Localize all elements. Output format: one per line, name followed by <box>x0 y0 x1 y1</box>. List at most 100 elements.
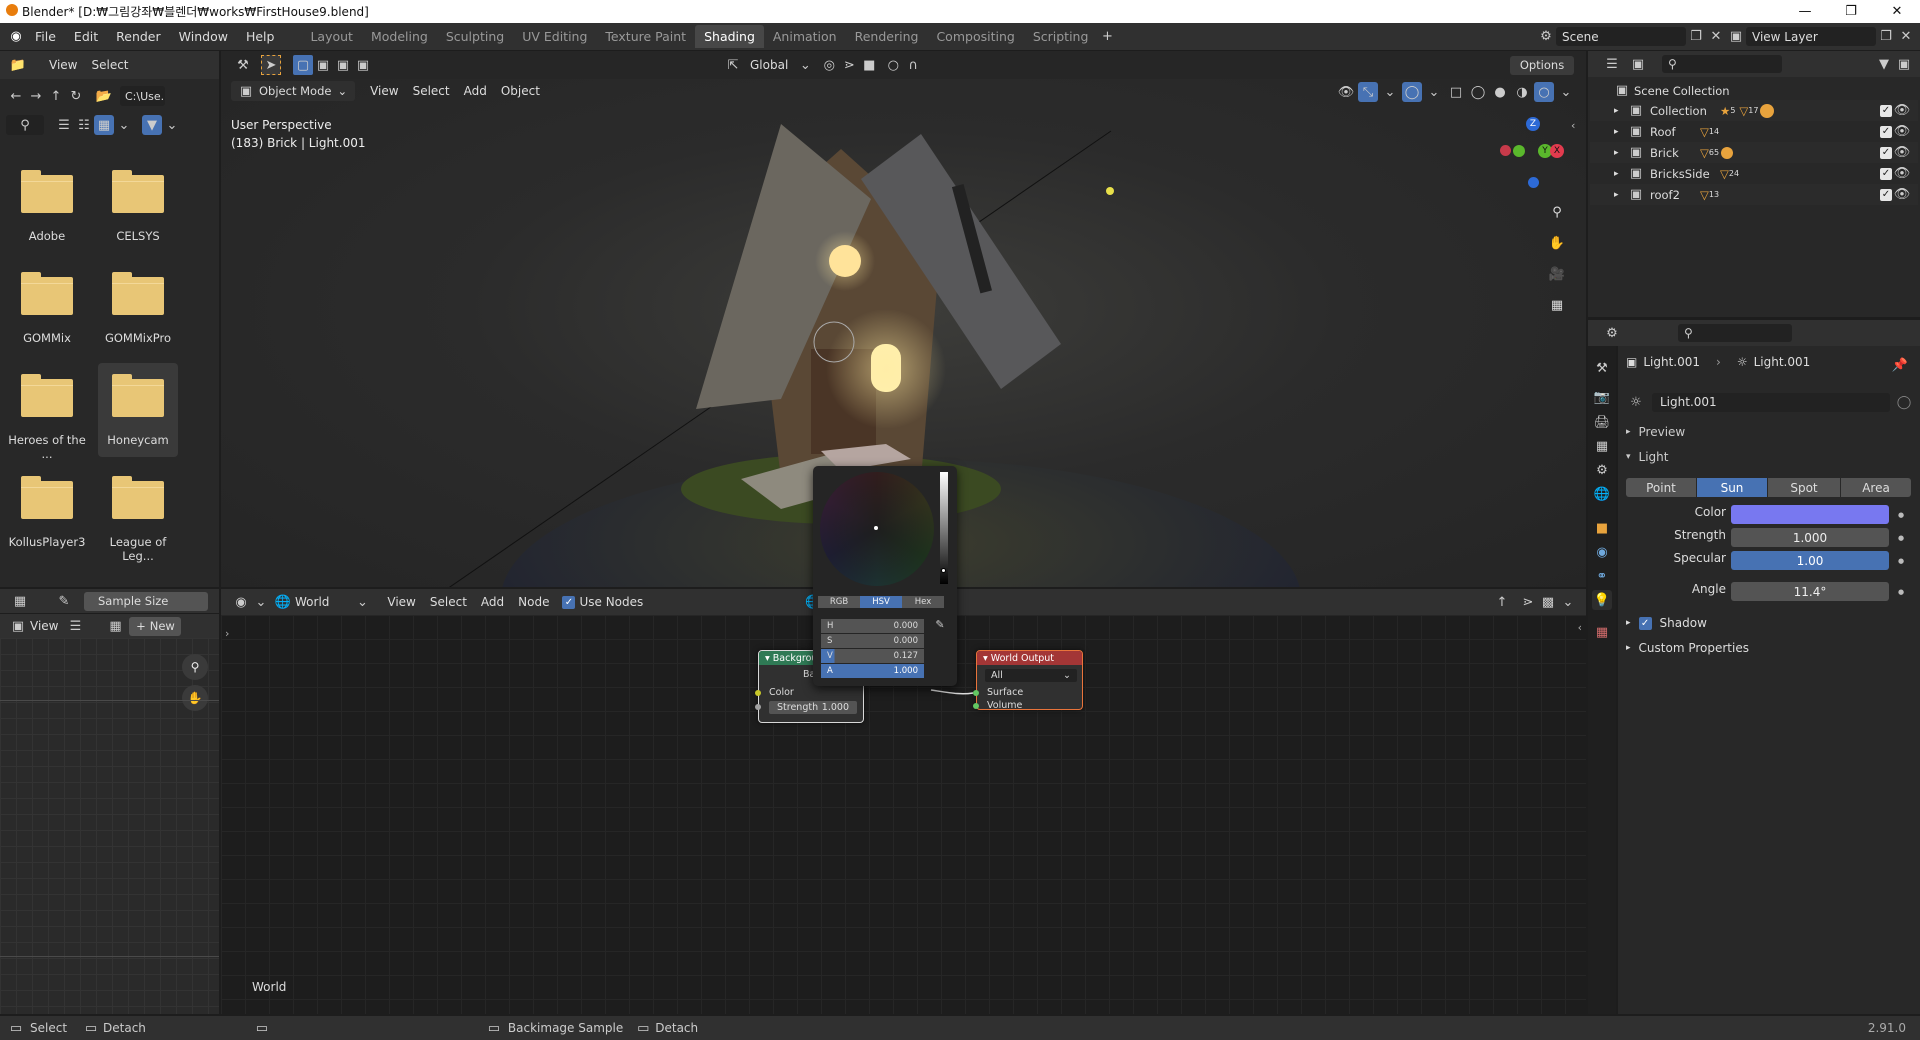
expand-icon[interactable]: ▸ <box>1614 127 1628 137</box>
image-canvas[interactable]: ⚲ ✋ <box>0 638 219 1014</box>
folder-gommix[interactable]: GOMMix <box>7 272 87 345</box>
navigation-gizmo[interactable]: Z Y X <box>1496 115 1566 195</box>
blender-menu-icon[interactable]: ◉ <box>6 27 26 47</box>
outliner-search[interactable]: ⚲ <box>1662 55 1782 73</box>
eye-icon[interactable]: 👁 <box>1892 185 1912 205</box>
restore-icon[interactable]: ❐ <box>1828 0 1874 23</box>
tab-texture-paint[interactable]: Texture Paint <box>596 25 695 48</box>
light-type-sun[interactable]: Sun <box>1697 478 1767 497</box>
visibility-icon[interactable]: 👁 <box>1336 82 1356 102</box>
filter-dropdown-icon[interactable]: ⌄ <box>162 115 182 135</box>
menu-render[interactable]: Render <box>107 29 170 44</box>
object-tab-icon[interactable]: ■ <box>1592 518 1612 538</box>
new-folder-icon[interactable]: 📂 <box>94 86 114 106</box>
tab-layout[interactable]: Layout <box>301 25 362 48</box>
expand-icon[interactable]: ▸ <box>1614 148 1628 158</box>
tab-rendering[interactable]: Rendering <box>846 25 928 48</box>
gizmo-neg-z-icon[interactable] <box>1528 177 1539 188</box>
xray-icon[interactable]: □ <box>1446 82 1466 102</box>
use-nodes-toggle[interactable]: ✓ Use Nodes <box>562 595 643 609</box>
image-browse-icon[interactable]: ▦ <box>105 616 125 636</box>
panel-preview[interactable]: ▸ Preview <box>1626 425 1685 439</box>
keyframe-dot-icon[interactable]: ● <box>1898 557 1904 565</box>
pin-icon[interactable]: 📌 <box>1890 355 1910 375</box>
outliner-item-roof2[interactable]: ▸ ▣ roof2 ▽ 13 ✓ 👁 <box>1590 184 1918 205</box>
eye-icon[interactable]: 👁 <box>1892 164 1912 184</box>
angle-field[interactable]: 11.4° <box>1731 582 1889 601</box>
light-type-point[interactable]: Point <box>1626 478 1696 497</box>
editor-type-icon[interactable]: ◉ <box>231 592 251 612</box>
gizmo-toggle-icon[interactable]: ⤡ <box>1358 82 1378 102</box>
ne-menu-add[interactable]: Add <box>474 595 511 609</box>
editor-type-icon[interactable]: ⚙ <box>1602 323 1622 343</box>
eye-icon[interactable]: 👁 <box>1892 143 1912 163</box>
tool-settings-icon[interactable]: ⚒ <box>233 55 253 75</box>
folder-kollusplayer3[interactable]: KollusPlayer3 <box>7 476 87 549</box>
outliner-item-bricksside[interactable]: ▸ ▣ BricksSide ▽ 24 ✓ 👁 <box>1590 163 1918 184</box>
scene-tab-icon[interactable]: ⚙ <box>1592 460 1612 480</box>
shader-type-chevron-icon[interactable]: ⌄ <box>352 592 372 612</box>
outliner-item-brick[interactable]: ▸ ▣ Brick ▽ 65 ✓ 👁 <box>1590 142 1918 163</box>
properties-search[interactable]: ⚲ <box>1678 324 1792 342</box>
scene-icon[interactable]: ⚙ <box>1536 27 1556 47</box>
pivot-icon[interactable]: ◎ <box>819 55 839 75</box>
orientation-dropdown[interactable]: Global <box>743 58 795 72</box>
filter-icon[interactable]: ▼ <box>142 115 162 135</box>
specular-field[interactable]: 1.00 <box>1731 551 1889 570</box>
outliner-item-roof[interactable]: ▸ ▣ Roof ▽ 14 ✓ 👁 <box>1590 121 1918 142</box>
gizmo-z-icon[interactable]: Z <box>1526 117 1540 131</box>
pan-hand-icon[interactable]: ✋ <box>182 685 208 711</box>
list-view-icon[interactable]: ☰ <box>54 115 74 135</box>
hue-field[interactable]: H 0.000 <box>821 619 924 633</box>
light-icon[interactable]: ☼ <box>1626 392 1646 412</box>
snap-icon[interactable]: ⋗ <box>839 55 859 75</box>
vp-menu-view[interactable]: View <box>363 84 405 98</box>
alpha-field[interactable]: A 1.000 <box>821 664 924 678</box>
back-icon[interactable]: ← <box>6 86 26 106</box>
tab-scripting[interactable]: Scripting <box>1024 25 1098 48</box>
solid-shading-icon[interactable]: ● <box>1490 82 1510 102</box>
tab-sculpting[interactable]: Sculpting <box>437 25 513 48</box>
select-extend-icon[interactable]: ▣ <box>313 55 333 75</box>
mode-dropdown[interactable]: ▣ Object Mode ⌄ <box>231 81 356 101</box>
forward-icon[interactable]: → <box>26 86 46 106</box>
overlays-dropdown-icon[interactable]: ⌄ <box>1424 82 1444 102</box>
fb-menu-select[interactable]: Select <box>84 58 135 72</box>
select-tool-icon[interactable]: ➤ <box>261 55 281 75</box>
filter-icon[interactable]: ▼ <box>1874 54 1894 74</box>
gizmo-dropdown-icon[interactable]: ⌄ <box>1380 82 1400 102</box>
tab-hsv[interactable]: HSV <box>860 596 902 608</box>
new-scene-icon[interactable]: ❐ <box>1686 27 1706 47</box>
eye-icon[interactable]: 👁 <box>1892 101 1912 121</box>
zoom-icon[interactable]: ⚲ <box>182 654 208 680</box>
menu-hamburger-icon[interactable]: ☰ <box>65 616 85 636</box>
saturation-field[interactable]: S 0.000 <box>821 634 924 648</box>
editor-type-icon[interactable]: ▦ <box>10 591 30 611</box>
remove-view-layer-icon[interactable]: ✕ <box>1896 27 1916 47</box>
camera-icon[interactable]: 🎥 <box>1547 264 1567 284</box>
gizmo-neg-x-icon[interactable] <box>1500 145 1511 156</box>
minimize-icon[interactable]: — <box>1782 0 1828 23</box>
light-type-area[interactable]: Area <box>1841 478 1911 497</box>
close-icon[interactable]: ✕ <box>1874 0 1920 23</box>
parent-dir-icon[interactable]: ↑ <box>46 86 66 106</box>
gizmo-neg-y-icon[interactable] <box>1513 145 1525 157</box>
search-icon[interactable]: ⚲ <box>6 115 44 135</box>
tool-tab-icon[interactable]: ⚒ <box>1592 358 1612 378</box>
light-datablock-field[interactable]: Light.001 <box>1652 392 1890 412</box>
texture-tab-icon[interactable]: ▦ <box>1592 622 1612 642</box>
ne-menu-view[interactable]: View <box>380 595 422 609</box>
menu-window[interactable]: Window <box>170 29 237 44</box>
menu-file[interactable]: File <box>26 29 65 44</box>
overlays-toggle-icon[interactable]: ◯ <box>1402 82 1422 102</box>
panel-light[interactable]: ▾ Light <box>1626 450 1668 464</box>
eyedropper-icon[interactable]: ✎ <box>54 591 74 611</box>
view-mode-icon[interactable]: ▣ <box>8 616 28 636</box>
new-view-layer-icon[interactable]: ❐ <box>1876 27 1896 47</box>
tab-hex[interactable]: Hex <box>902 596 944 608</box>
refresh-icon[interactable]: ↻ <box>66 86 86 106</box>
constraints-tab-icon[interactable]: ⚭ <box>1592 566 1612 586</box>
ie-menu-view[interactable]: View <box>28 619 65 633</box>
shader-type-dropdown[interactable]: World <box>293 595 336 609</box>
folder-celsys[interactable]: CELSYS <box>98 170 178 243</box>
